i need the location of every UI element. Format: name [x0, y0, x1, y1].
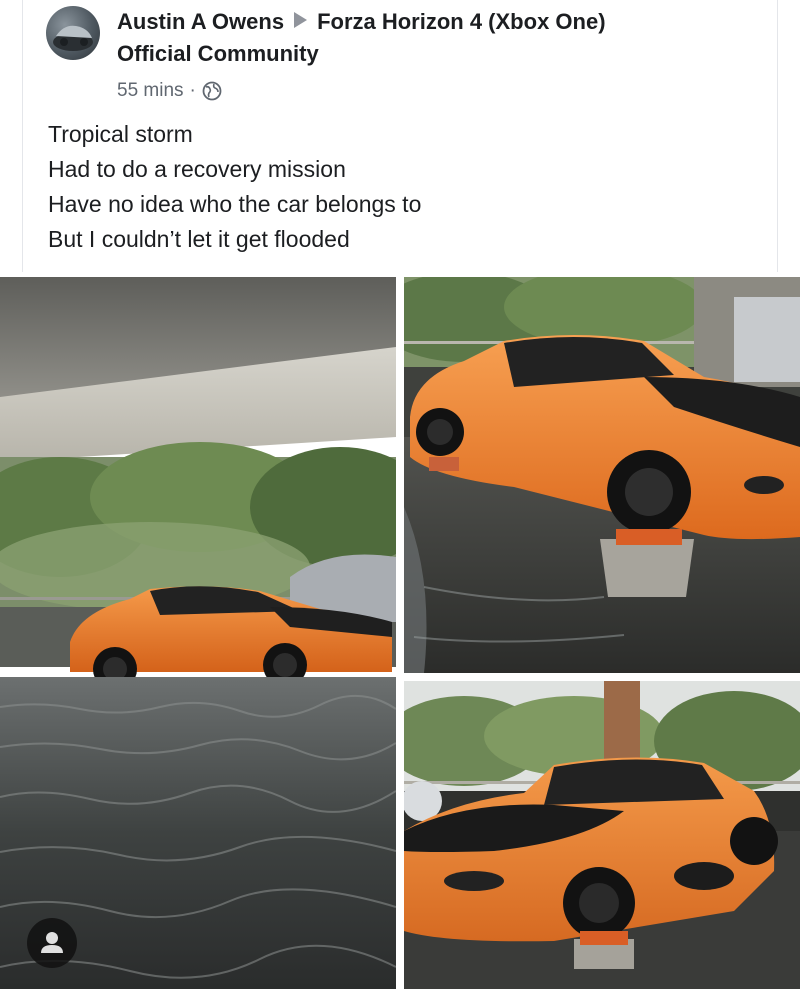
group-name-link[interactable]: Forza Horizon 4 (Xbox One)	[317, 9, 605, 34]
post-line-3: Have no idea who the car belongs to	[48, 191, 422, 217]
group-name-line2[interactable]: Official Community	[117, 38, 319, 70]
globe-icon[interactable]	[202, 81, 222, 101]
post-timestamp[interactable]: 55 mins	[117, 78, 184, 104]
post-line-2: Had to do a recovery mission	[48, 156, 346, 182]
post-meta: 55 mins ·	[117, 78, 222, 104]
post-message: Tropical storm Had to do a recovery miss…	[48, 117, 421, 257]
author-name-link[interactable]: Austin A Owens	[117, 9, 284, 34]
photo-flooded-garage[interactable]	[0, 277, 396, 989]
photo-car-on-blocks-front[interactable]	[404, 681, 800, 989]
post-header: Austin A Owens Forza Horizon 4 (Xbox One)	[117, 6, 606, 38]
author-avatar[interactable]	[46, 6, 100, 60]
shared-to-arrow-icon	[294, 12, 308, 28]
photo-car-on-blocks-side[interactable]	[404, 277, 800, 673]
post-line-1: Tropical storm	[48, 121, 193, 147]
profile-badge-icon[interactable]	[27, 918, 77, 968]
meta-separator: ·	[189, 80, 196, 101]
post-line-4: But I couldn’t let it get flooded	[48, 226, 350, 252]
